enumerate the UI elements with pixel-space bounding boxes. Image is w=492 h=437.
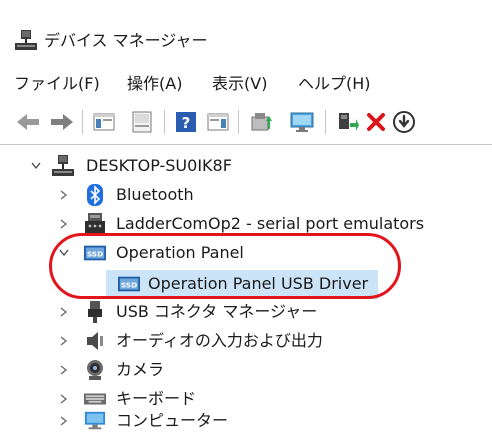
bluetooth-icon (84, 184, 106, 206)
back-arrow-icon[interactable] (14, 108, 42, 136)
tree-root-label[interactable]: DESKTOP-SU0IK8F (86, 152, 232, 180)
toolbar-separator (82, 110, 83, 134)
toolbar-separator (325, 110, 326, 134)
tree-node-label[interactable]: オーディオの入力および出力 (116, 327, 323, 355)
uninstall-icon[interactable] (362, 108, 390, 136)
menu-bar: ファイル(F) 操作(A) 表示(V) ヘルプ(H) (0, 62, 492, 100)
chevron-right-icon[interactable] (58, 327, 70, 355)
operation-panel-icon: SSD (118, 273, 140, 295)
tree-node-label[interactable]: コンピューター (116, 407, 228, 435)
help-icon[interactable]: ? (172, 108, 200, 136)
title-bar: デバイス マネージャー (0, 0, 492, 62)
menu-action[interactable]: 操作(A) (127, 74, 182, 94)
svg-text:?: ? (182, 114, 191, 132)
menu-help[interactable]: ヘルプ(H) (298, 74, 371, 94)
tree-node-label[interactable]: USB コネクタ マネージャー (116, 298, 317, 326)
tree-node-label[interactable]: Operation Panel (116, 239, 244, 267)
toolbar-separator (164, 110, 165, 134)
tree-node-label[interactable]: Bluetooth (116, 181, 194, 209)
properties-pane-icon[interactable] (90, 108, 118, 136)
toolbar-divider (0, 144, 492, 145)
properties-icon[interactable] (128, 108, 156, 136)
device-manager-window: デバイス マネージャー ファイル(F) 操作(A) 表示(V) ヘルプ(H) ? (0, 0, 492, 437)
menu-view[interactable]: 表示(V) (212, 74, 267, 94)
update-driver-icon[interactable] (248, 108, 276, 136)
chevron-right-icon[interactable] (58, 298, 70, 326)
computer-tower-icon (52, 155, 74, 177)
tree-child-label[interactable]: Operation Panel USB Driver (148, 270, 368, 298)
keyboard-icon (84, 388, 106, 410)
serial-port-icon (84, 213, 106, 235)
window-title: デバイス マネージャー (44, 31, 208, 50)
chevron-right-icon[interactable] (58, 210, 70, 238)
usb-connector-icon (84, 301, 106, 323)
chevron-right-icon[interactable] (58, 181, 70, 209)
speaker-icon (84, 330, 106, 352)
forward-arrow-icon[interactable] (48, 108, 76, 136)
chevron-down-icon[interactable] (30, 152, 42, 180)
monitor-icon (84, 410, 106, 432)
camera-icon (84, 359, 106, 381)
device-manager-icon (14, 30, 38, 52)
tree-node-label[interactable]: LadderComOp2 - serial port emulators (116, 210, 424, 238)
toolbar-separator (238, 110, 239, 134)
enable-device-icon[interactable] (334, 108, 362, 136)
action-pane-icon[interactable] (204, 108, 232, 136)
svg-text:SSD: SSD (87, 250, 103, 259)
chevron-right-icon[interactable] (58, 356, 70, 384)
chevron-down-icon[interactable] (58, 239, 70, 267)
menu-file[interactable]: ファイル(F) (14, 74, 100, 94)
operation-panel-icon: SSD (84, 242, 106, 264)
svg-text:SSD: SSD (121, 281, 137, 290)
tree-node-label[interactable]: カメラ (116, 356, 164, 384)
scan-hardware-icon[interactable] (288, 108, 316, 136)
chevron-right-icon[interactable] (58, 407, 70, 435)
disable-device-icon[interactable] (390, 108, 418, 136)
